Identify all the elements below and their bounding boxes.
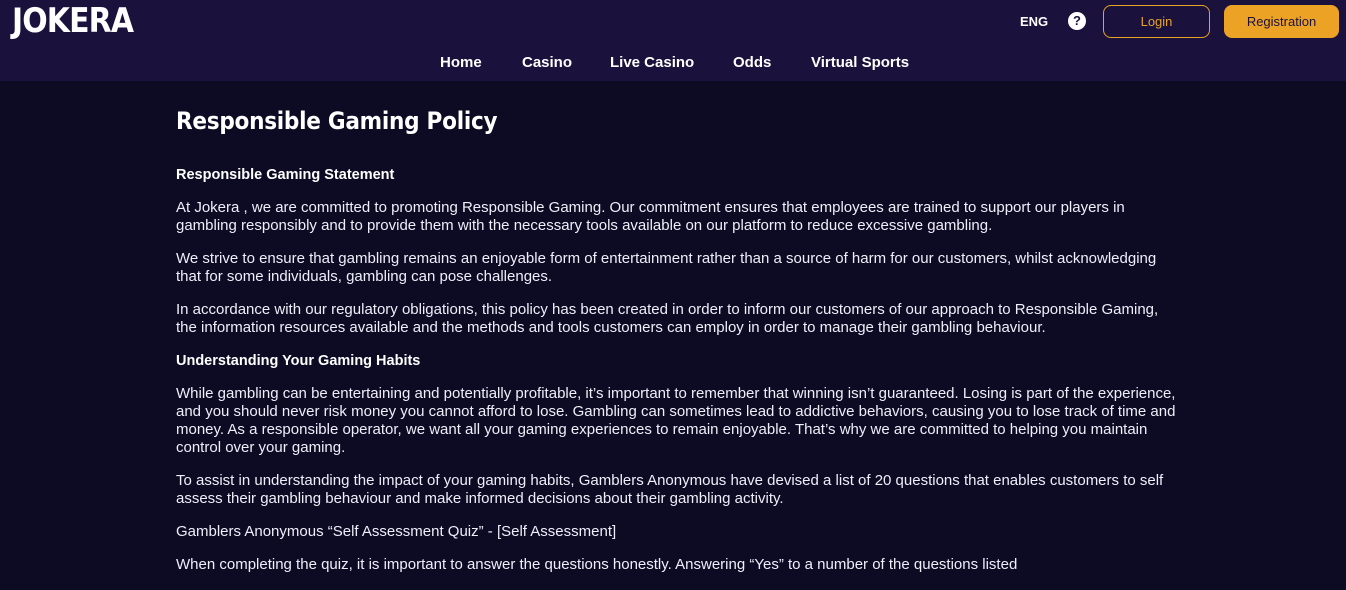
- section-heading: Responsible Gaming Statement: [176, 167, 395, 183]
- nav-item-virtual-sports[interactable]: Virtual Sports: [811, 54, 909, 72]
- login-button[interactable]: Login: [1103, 5, 1210, 38]
- paragraph: At Jokera , we are committed to promotin…: [176, 199, 1125, 234]
- self-assessment-link[interactable]: Gamblers Anonymous “Self Assessment Quiz…: [176, 523, 1176, 541]
- paragraph: We strive to ensure that gambling remain…: [176, 250, 1157, 285]
- help-icon[interactable]: ?: [1068, 12, 1086, 30]
- nav-item-casino[interactable]: Casino: [522, 54, 572, 72]
- paragraph: In accordance with our regulatory obliga…: [176, 301, 1159, 336]
- policy-content: Responsible Gaming Policy Responsible Ga…: [176, 104, 1176, 574]
- paragraph: When completing the quiz, it is importan…: [176, 556, 1018, 573]
- nav-item-home[interactable]: Home: [440, 54, 482, 72]
- paragraph: To assist in understanding the impact of…: [176, 472, 1164, 507]
- registration-button[interactable]: Registration: [1224, 5, 1339, 38]
- language-selector[interactable]: ENG: [1020, 14, 1048, 30]
- logo[interactable]: JOKERA: [12, 2, 134, 40]
- nav-item-live-casino[interactable]: Live Casino: [610, 54, 694, 72]
- page-title: Responsible Gaming Policy: [176, 107, 498, 135]
- main-nav: Home Casino Live Casino Odds Virtual Spo…: [0, 54, 1346, 74]
- paragraph: While gambling can be entertaining and p…: [176, 385, 1176, 456]
- nav-item-odds[interactable]: Odds: [733, 54, 771, 72]
- section-heading: Understanding Your Gaming Habits: [176, 353, 421, 369]
- top-bar: JOKERA ENG ? Login Registration Home Cas…: [0, 0, 1346, 81]
